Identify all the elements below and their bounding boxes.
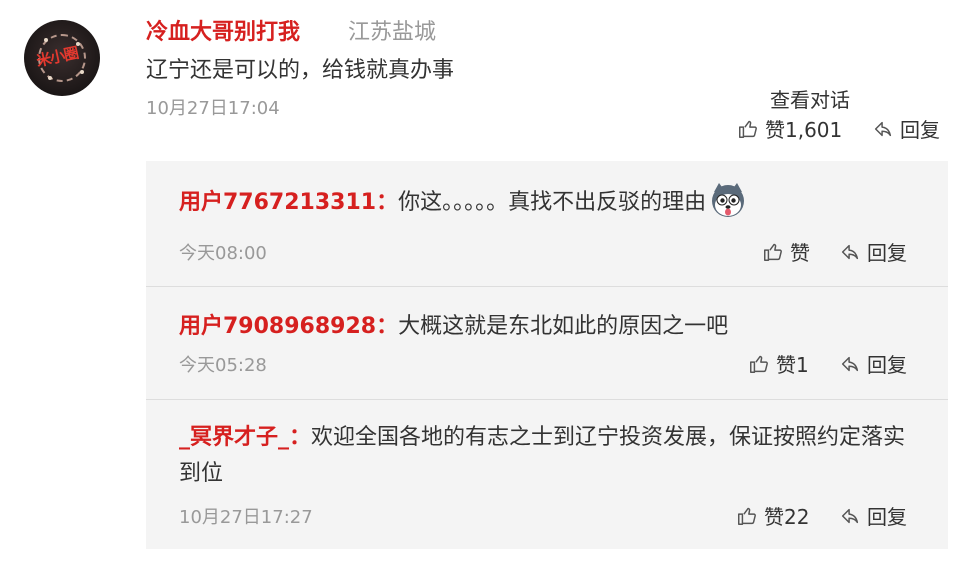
reply-reply-label: 回复 bbox=[867, 353, 907, 377]
comment-text: 辽宁还是可以的，给钱就真办事 bbox=[146, 58, 455, 83]
avatar-decoration bbox=[48, 76, 52, 80]
reply-time: 10月27日17:27 bbox=[179, 507, 313, 528]
avatar-decoration bbox=[44, 38, 48, 42]
reply-like-count: 赞1 bbox=[776, 353, 809, 377]
avatar-decoration bbox=[76, 42, 80, 46]
reply-time: 今天08:00 bbox=[179, 243, 267, 264]
reply-like-button[interactable]: 赞22 bbox=[736, 501, 809, 530]
reply-item: 用户7908968928：大概这就是东北如此的原因之一吧 今天05:28 赞1 … bbox=[146, 287, 948, 399]
like-button[interactable]: 赞1,601 bbox=[737, 114, 842, 143]
view-conversation-link[interactable]: 查看对话 bbox=[770, 84, 850, 113]
reply-body: 用户7767213311：你这。。。。。真找不出反驳的理由 bbox=[179, 183, 924, 223]
reply-username[interactable]: 用户7767213311： bbox=[179, 190, 398, 215]
reply-text: 你这。。。。。真找不出反驳的理由 bbox=[398, 190, 707, 215]
reply-reply-label: 回复 bbox=[867, 241, 907, 265]
replies-panel: 用户7767213311：你这。。。。。真找不出反驳的理由 今天08:00 赞 … bbox=[146, 161, 948, 549]
avatar-decoration bbox=[80, 70, 84, 74]
reply-like-button[interactable]: 赞 bbox=[762, 237, 810, 266]
comment-time: 10月27日17:04 bbox=[146, 98, 280, 119]
thumbs-up-icon bbox=[750, 355, 768, 373]
avatar[interactable]: 米小圈 bbox=[24, 20, 100, 96]
reply-reply-button[interactable]: 回复 bbox=[839, 501, 907, 530]
reply-item: _冥界才子_：欢迎全国各地的有志之士到辽宁投资发展，保证按照约定落实到位 10月… bbox=[146, 400, 948, 549]
reply-arrow-icon bbox=[841, 244, 859, 259]
reply-reply-label: 回复 bbox=[867, 505, 907, 529]
reply-like-count: 赞22 bbox=[764, 505, 810, 529]
reply-item: 用户7767213311：你这。。。。。真找不出反驳的理由 今天08:00 赞 … bbox=[146, 161, 948, 286]
reply-body: _冥界才子_：欢迎全国各地的有志之士到辽宁投资发展，保证按照约定落实到位 bbox=[179, 420, 924, 492]
thumbs-up-icon bbox=[764, 243, 782, 261]
reply-username[interactable]: _冥界才子_： bbox=[179, 425, 311, 450]
reply-reply-button[interactable]: 回复 bbox=[839, 237, 907, 266]
comment-author[interactable]: 冷血大哥别打我 bbox=[146, 14, 300, 46]
reply-label: 回复 bbox=[900, 118, 940, 142]
comment-location: 江苏盐城 bbox=[348, 20, 437, 45]
reply-like-count: 赞 bbox=[790, 241, 810, 265]
reply-arrow-icon bbox=[841, 356, 859, 371]
reply-arrow-icon bbox=[841, 508, 859, 523]
reply-username[interactable]: 用户7908968928： bbox=[179, 314, 398, 339]
husky-emoji-icon bbox=[712, 183, 745, 217]
reply-button[interactable]: 回复 bbox=[872, 114, 940, 143]
reply-like-button[interactable]: 赞1 bbox=[748, 349, 809, 378]
thumbs-up-icon bbox=[738, 507, 756, 525]
reply-text: 大概这就是东北如此的原因之一吧 bbox=[398, 314, 729, 339]
reply-body: 用户7908968928：大概这就是东北如此的原因之一吧 bbox=[179, 309, 924, 345]
reply-time: 今天05:28 bbox=[179, 355, 267, 376]
reply-reply-button[interactable]: 回复 bbox=[839, 349, 907, 378]
like-count: 赞1,601 bbox=[765, 118, 843, 142]
thumbs-up-icon bbox=[739, 120, 757, 138]
reply-arrow-icon bbox=[874, 121, 892, 136]
